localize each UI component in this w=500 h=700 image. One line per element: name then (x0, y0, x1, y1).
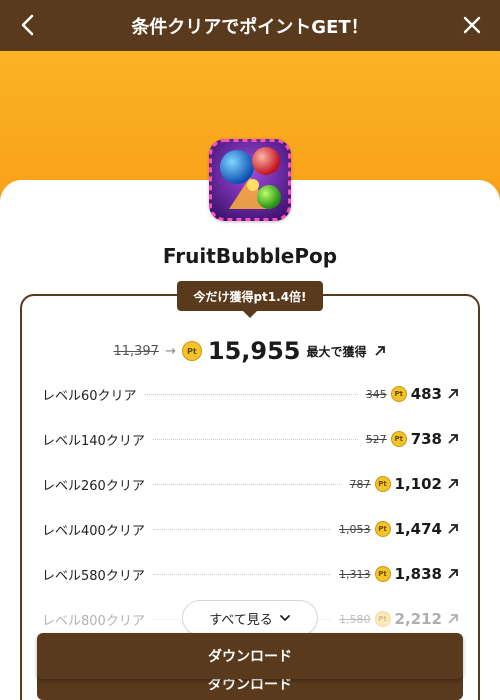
level-label: レベル60クリア (42, 388, 137, 404)
external-arrow-icon (374, 346, 385, 356)
point-coin-icon: Pt (374, 566, 391, 582)
top-bar: 条件クリアでポイントGET！ (0, 0, 500, 51)
download-button[interactable]: ダウンロード (37, 633, 463, 679)
new-total: 15,955 (207, 337, 301, 365)
app-icon (209, 139, 291, 221)
points-value: 1,838 (394, 565, 442, 583)
point-coin-icon: Pt (181, 341, 202, 361)
old-points: 1,580 (339, 612, 371, 626)
max-label: 最大で獲得 (306, 344, 367, 359)
arrow-right-icon: → (164, 343, 176, 359)
points-value: 483 (410, 385, 442, 403)
dotted-leader (152, 483, 342, 485)
total-summary: 11,397 → Pt 15,955 最大で獲得 (0, 336, 500, 366)
old-points: 787 (349, 477, 371, 491)
level-label: レベル800クリア (42, 613, 145, 629)
points-value: 1,102 (394, 475, 442, 493)
level-row: レベル260クリア 787 Pt 1,102 (42, 473, 460, 495)
dotted-leader (152, 528, 332, 530)
see-all-button[interactable]: すべて見る (182, 600, 318, 636)
level-row: レベル60クリア 345 Pt 483 (42, 383, 460, 405)
see-all-label: すべて見る (209, 612, 273, 628)
level-label: レベル400クリア (42, 523, 145, 539)
points-value: 1,474 (394, 520, 442, 538)
points-value: 738 (410, 430, 442, 448)
level-label: レベル260クリア (42, 478, 145, 494)
external-arrow-icon (448, 524, 458, 534)
old-points: 1,313 (339, 567, 371, 581)
external-arrow-icon (448, 479, 458, 489)
external-arrow-icon (448, 614, 458, 624)
page-title: 条件クリアでポイントGET！ (131, 16, 369, 38)
external-arrow-icon (448, 389, 458, 399)
close-icon[interactable] (460, 13, 484, 37)
old-total: 11,397 (113, 343, 159, 359)
chevron-down-icon (279, 615, 290, 621)
dotted-leader (152, 573, 332, 575)
old-points: 345 (365, 387, 387, 401)
point-coin-icon: Pt (374, 611, 391, 627)
old-points: 527 (365, 432, 387, 446)
external-arrow-icon (448, 434, 458, 444)
dotted-leader (144, 393, 358, 395)
level-label: レベル140クリア (42, 433, 145, 449)
level-label: レベル580クリア (42, 568, 145, 584)
points-value: 2,212 (394, 610, 442, 628)
external-arrow-icon (448, 569, 458, 579)
level-row: レベル140クリア 527 Pt 738 (42, 428, 460, 450)
dotted-leader (152, 438, 358, 440)
point-coin-icon: Pt (374, 476, 391, 492)
point-coin-icon: Pt (390, 431, 407, 447)
app-name: FruitBubblePop (162, 244, 338, 268)
chevron-left-icon[interactable] (16, 12, 42, 38)
level-row: レベル400クリア 1,053 Pt 1,474 (42, 518, 460, 540)
level-row: レベル580クリア 1,313 Pt 1,838 (42, 563, 460, 585)
old-points: 1,053 (339, 522, 371, 536)
promo-badge: 今だけ獲得pt1.4倍! (177, 281, 323, 318)
point-coin-icon: Pt (374, 521, 391, 537)
point-coin-icon: Pt (390, 386, 407, 402)
